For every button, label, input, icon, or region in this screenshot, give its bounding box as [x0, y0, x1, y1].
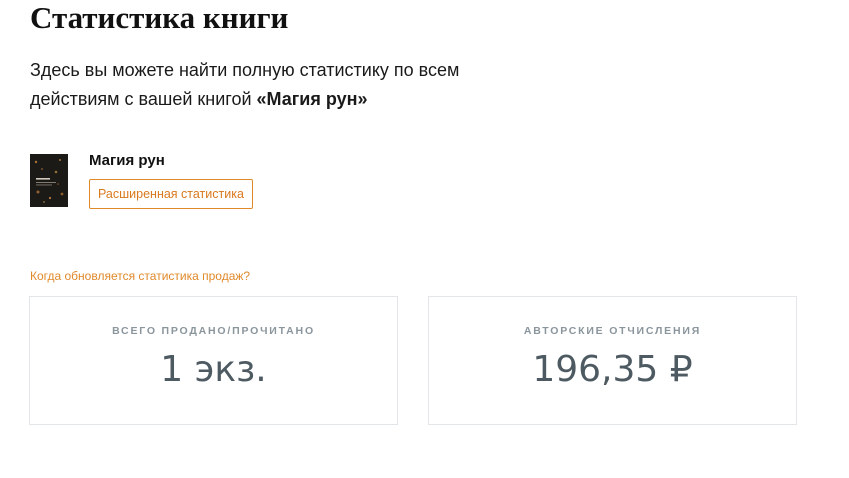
royalties-value: 196,35 ₽	[532, 349, 693, 390]
total-sold-card: Всего продано/прочитано 1 экз.	[29, 296, 398, 425]
book-title[interactable]: Магия рун	[89, 151, 165, 171]
book-cover-image[interactable]	[30, 154, 68, 207]
page-description: Здесь вы можете найти полную статистику …	[30, 56, 550, 114]
royalties-label: Авторские отчисления	[523, 325, 702, 337]
intro-book-name: «Магия рун»	[256, 89, 368, 109]
page-title: Статистика книги	[30, 0, 289, 35]
total-sold-label: Всего продано/прочитано	[112, 325, 315, 337]
stats-update-info-link[interactable]: Когда обновляется статистика продаж?	[30, 268, 250, 284]
royalties-card: Авторские отчисления 196,35 ₽	[428, 296, 797, 425]
intro-text: Здесь вы можете найти полную статистику …	[30, 60, 460, 109]
total-sold-value: 1 экз.	[160, 349, 267, 390]
extended-statistics-button[interactable]: Расширенная статистика	[89, 179, 253, 209]
